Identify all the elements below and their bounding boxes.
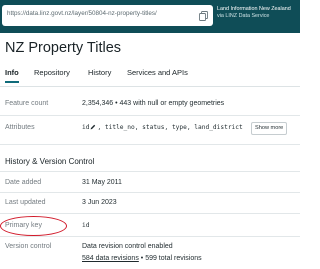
- version-control-value: Data revision control enabled: [82, 243, 173, 250]
- primary-key-highlight-ellipse: [0, 216, 67, 236]
- bullet-separator: •: [140, 255, 144, 262]
- row-divider: [0, 192, 300, 193]
- feature-count-value: 2,354,346: [82, 100, 114, 107]
- row-divider: [0, 213, 300, 214]
- date-added-label: Date added: [5, 179, 42, 186]
- row-divider: [0, 236, 300, 237]
- url-bar[interactable]: https://data.linz.govt.nz/layer/50804-nz…: [2, 5, 213, 26]
- tab-services-and-apis[interactable]: Services and APIs: [127, 68, 188, 77]
- section-divider: [0, 144, 300, 145]
- tabs-divider: [0, 86, 300, 87]
- last-updated-value: 3 Jun 2023: [82, 199, 117, 206]
- agency-source: via LINZ Data Service: [217, 13, 270, 19]
- agency-attribution: Land Information New Zealand via LINZ Da…: [217, 6, 301, 20]
- revisions-row: 584 data revisions • 599 total revisions: [82, 255, 202, 262]
- copy-icon[interactable]: [199, 11, 208, 21]
- last-updated-label: Last updated: [5, 199, 46, 206]
- date-added-value: 31 May 2011: [82, 179, 122, 186]
- show-more-button[interactable]: Show more: [251, 122, 288, 135]
- version-control-label: Version control: [5, 243, 52, 250]
- attributes-label: Attributes: [5, 124, 35, 131]
- agency-name: Land Information New Zealand: [217, 6, 291, 12]
- section-title-history: History & Version Control: [5, 157, 95, 166]
- feature-count-value-row: 2,354,346 • 443 with null or empty geome…: [82, 100, 224, 107]
- feature-count-label: Feature count: [5, 100, 49, 107]
- row-divider: [0, 115, 300, 116]
- tab-history[interactable]: History: [88, 68, 111, 77]
- attribute-id: id: [82, 124, 90, 131]
- attributes-value: id , title_no, status, type, land_distric…: [82, 124, 243, 131]
- attribute-list: , title_no, status, type, land_district: [97, 124, 243, 131]
- primary-key-value: id: [82, 222, 90, 229]
- null-geometry-note: 443 with null or empty geometries: [119, 100, 225, 107]
- bullet-separator: •: [115, 100, 118, 107]
- total-revisions: 599 total revisions: [145, 255, 202, 262]
- data-revisions-link[interactable]: 584 data revisions: [82, 255, 139, 262]
- active-tab-indicator: [5, 81, 19, 83]
- tab-bar: Info Repository History Services and API…: [0, 68, 300, 84]
- tab-info[interactable]: Info: [5, 68, 19, 77]
- browser-header-bar: https://data.linz.govt.nz/layer/50804-nz…: [0, 0, 300, 33]
- page-title: NZ Property Titles: [5, 40, 122, 56]
- tab-repository[interactable]: Repository: [34, 68, 70, 77]
- pencil-icon: [91, 124, 96, 130]
- row-divider: [0, 171, 300, 172]
- url-text[interactable]: https://data.linz.govt.nz/layer/50804-nz…: [7, 10, 157, 17]
